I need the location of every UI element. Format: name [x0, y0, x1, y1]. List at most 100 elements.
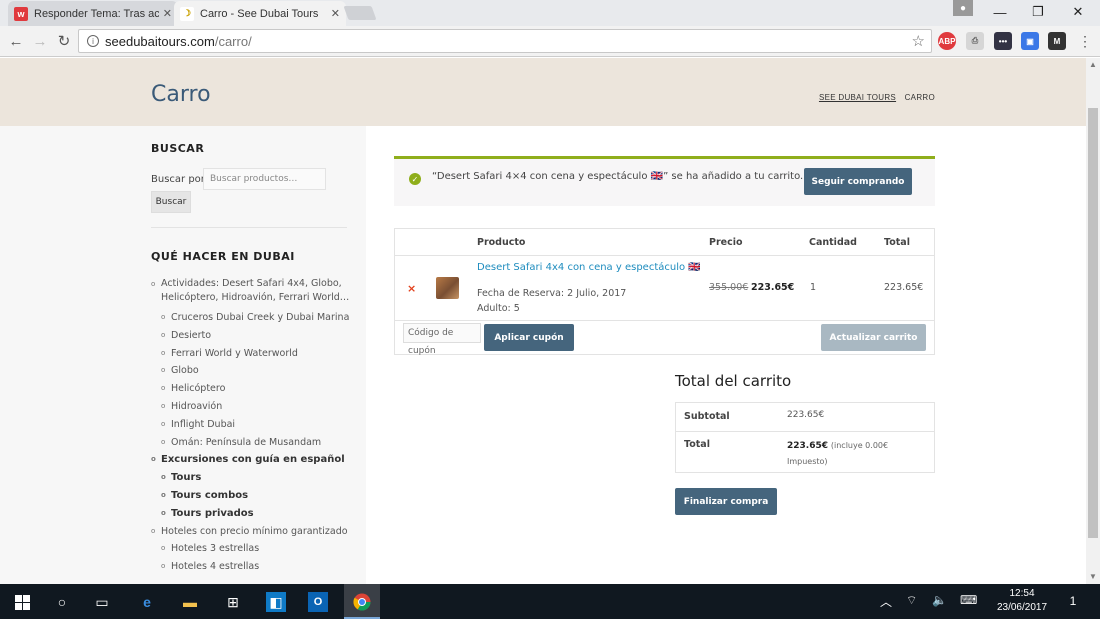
url-host: seedubaitours.com [105, 33, 215, 49]
category-item[interactable]: Hoteles 4 estrellas [161, 558, 351, 576]
category-item[interactable]: Hoteles 3 estrellas [161, 540, 351, 558]
total-value-block: 223.65€ (incluye 0.00€ Impuesto) [787, 438, 888, 470]
category-item[interactable]: Tours [161, 469, 351, 487]
menu-icon[interactable]: ⋮ [1075, 31, 1095, 51]
cast-icon[interactable]: ▣ [1021, 32, 1039, 50]
checkout-button[interactable]: Finalizar compra [675, 488, 777, 515]
category-item[interactable]: Desierto [161, 327, 351, 345]
product-adults: Adulto: 5 [477, 303, 520, 314]
subtotal-value: 223.65€ [787, 410, 825, 420]
profile-icon[interactable]: ● [953, 0, 973, 16]
page-scrollbar[interactable]: ▲ ▼ [1086, 58, 1100, 584]
scrollbar-thumb[interactable] [1088, 108, 1098, 538]
clock-time: 12:54 [1009, 588, 1035, 599]
category-item[interactable]: Hidroavión [161, 398, 351, 416]
category-item[interactable]: Cruceros Dubai Creek y Dubai Marina [161, 309, 351, 327]
file-explorer-icon[interactable]: ▬ [180, 592, 200, 612]
bookmark-star-icon[interactable]: ☆ [912, 32, 925, 50]
gmail-extension-icon[interactable]: M [1048, 32, 1066, 50]
browser-tab-1[interactable]: w Responder Tema: Tras aco ✕ [8, 1, 178, 26]
browser-tab-2[interactable]: ☽ Carro - See Dubai Tours ✕ [174, 1, 346, 26]
back-icon[interactable]: ← [6, 31, 26, 51]
categories-heading: QUÉ HACER EN DUBAI [151, 250, 295, 263]
volume-icon[interactable]: 🔈 [932, 593, 947, 607]
task-view-icon[interactable]: ▭ [92, 592, 112, 612]
apply-coupon-button[interactable]: Aplicar cupón [484, 324, 574, 351]
close-icon[interactable]: ✕ [163, 7, 172, 20]
row-divider [395, 320, 934, 321]
cart-totals-table: Subtotal 223.65€ Total 223.65€ (incluye … [675, 402, 935, 473]
tray-chevron-icon[interactable]: ︿ [880, 593, 892, 610]
product-thumbnail[interactable] [436, 277, 459, 299]
cart-notice: ✓ “Desert Safari 4×4 con cena y espectác… [394, 156, 935, 206]
adblock-icon[interactable]: ABP [938, 32, 956, 50]
page-title: Carro [151, 82, 211, 107]
category-item[interactable]: Ferrari World y Waterworld [161, 345, 351, 363]
header-price: Precio [709, 237, 743, 248]
app-icon[interactable]: ◧ [266, 592, 286, 612]
category-item[interactable]: Omán: Península de Musandam [161, 434, 351, 452]
category-item[interactable]: Actividades: Desert Safari 4x4, Globo, H… [151, 277, 351, 309]
search-label: Buscar por: [151, 174, 209, 185]
continue-shopping-button[interactable]: Seguir comprando [804, 168, 912, 195]
url-path: /carro/ [214, 33, 252, 49]
scroll-up-icon[interactable]: ▲ [1089, 60, 1097, 69]
clock-date: 23/06/2017 [996, 602, 1048, 613]
total-value: 223.65€ [787, 441, 828, 451]
sidebar: BUSCAR Buscar por: Buscar productos… Bus… [0, 126, 366, 584]
clock[interactable]: 12:54 23/06/2017 [990, 587, 1054, 615]
search-button[interactable]: Buscar [151, 191, 191, 213]
info-icon[interactable]: i [87, 35, 99, 47]
remove-item-icon[interactable]: × [407, 282, 416, 295]
breadcrumb: SEE DUBAI TOURS CARRO [819, 93, 935, 102]
quantity-value[interactable]: 1 [810, 282, 816, 293]
outlook-icon[interactable]: O [308, 592, 328, 612]
scroll-down-icon[interactable]: ▼ [1089, 572, 1097, 581]
new-tab-button[interactable] [343, 6, 377, 20]
restore-icon[interactable]: ❐ [1016, 0, 1060, 24]
category-item[interactable]: Hoteles con precio mínimo garantizado [151, 523, 351, 541]
windows-taskbar: ○ ▭ e ▬ ⊞ ◧ O ︿ ⌔ 🔈 ⌨ 12:54 23/06/2017 1 [0, 584, 1100, 619]
notification-center-icon[interactable]: 1 [1064, 592, 1082, 610]
category-item[interactable]: Helicóptero [161, 380, 351, 398]
header-quantity: Cantidad [809, 237, 857, 248]
coupon-input[interactable]: Código de cupón [403, 323, 481, 356]
address-bar[interactable]: i seedubaitours.com /carro/ ☆ [78, 29, 932, 53]
wifi-icon[interactable]: ⌔ [906, 593, 917, 608]
cart-table: Producto Precio Cantidad Total × Desert … [394, 228, 935, 356]
header-total: Total [884, 237, 910, 248]
edge-icon[interactable]: e [137, 592, 157, 612]
close-window-icon[interactable]: ✕ [1056, 0, 1100, 24]
dubai-tours-favicon-icon: ☽ [180, 6, 194, 21]
dots-extension-icon[interactable]: ••• [994, 32, 1012, 50]
page-viewport: Carro SEE DUBAI TOURS CARRO BUSCAR Busca… [0, 58, 1086, 584]
category-item[interactable]: Tours combos [161, 487, 351, 505]
category-item[interactable]: Tours privados [161, 505, 351, 523]
row-divider [676, 431, 934, 432]
category-item[interactable]: Inflight Dubai [161, 416, 351, 434]
update-cart-button[interactable]: Actualizar carrito [821, 324, 926, 351]
search-heading: BUSCAR [151, 142, 205, 155]
product-link[interactable]: Desert Safari 4x4 con cena y espectáculo… [477, 262, 701, 273]
keyboard-icon[interactable]: ⌨ [960, 593, 977, 607]
total-label: Total [684, 439, 710, 450]
forward-icon[interactable]: → [30, 31, 50, 51]
search-input[interactable]: Buscar productos… [203, 168, 326, 190]
category-item[interactable]: Excursiones con guía en español [151, 451, 351, 469]
store-icon[interactable]: ⊞ [223, 592, 243, 612]
breadcrumb-home-link[interactable]: SEE DUBAI TOURS [819, 93, 896, 102]
chrome-icon[interactable] [352, 592, 372, 612]
notice-message: “Desert Safari 4×4 con cena y espectácul… [432, 171, 804, 182]
windows-start-icon[interactable] [12, 592, 32, 612]
subtotal-label: Subtotal [684, 411, 730, 422]
pdf-icon[interactable]: ⎙ [966, 32, 984, 50]
close-icon[interactable]: ✕ [331, 7, 340, 20]
tax-note: (incluye 0.00€ [830, 441, 889, 450]
reload-icon[interactable]: ↻ [54, 31, 74, 51]
notification-count: 1 [1069, 594, 1077, 608]
category-item[interactable]: Globo [161, 362, 351, 380]
breadcrumb-current: CARRO [904, 93, 935, 102]
cortana-icon[interactable]: ○ [52, 592, 72, 612]
tab-title: Responder Tema: Tras aco [34, 7, 159, 20]
tab-title: Carro - See Dubai Tours [200, 7, 319, 20]
